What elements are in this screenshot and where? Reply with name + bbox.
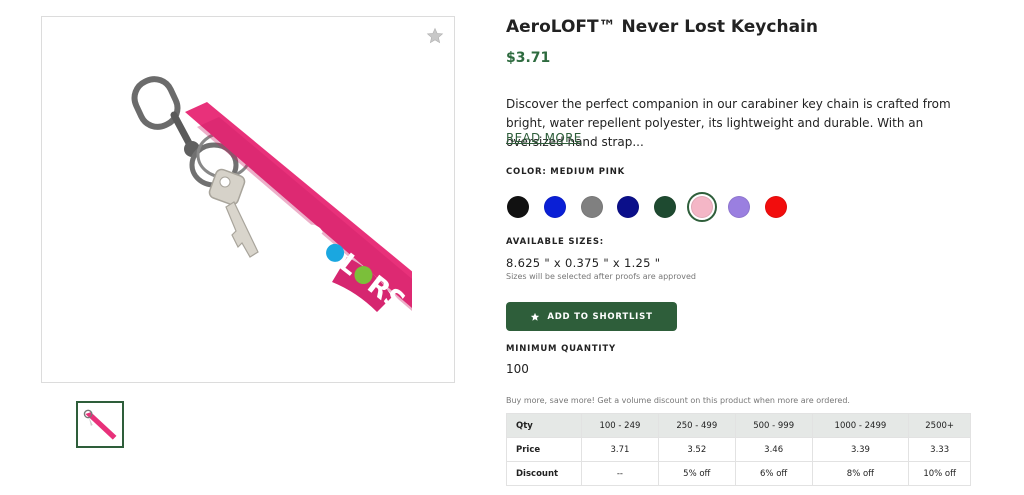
pricing-cell: 3.39 — [811, 437, 910, 462]
color-swatch-medium-pink[interactable] — [686, 192, 717, 222]
keychain-image: C L RS — [131, 76, 412, 318]
color-swatch-royal-blue[interactable] — [543, 196, 566, 218]
pricing-header-cell: 100 - 249 — [581, 413, 659, 438]
pricing-header-cell: 250 - 499 — [657, 413, 736, 438]
key-icon — [208, 168, 259, 258]
color-swatch-gray[interactable] — [580, 196, 603, 218]
thumbnail-image[interactable] — [76, 401, 124, 448]
pricing-row-label: Price — [506, 437, 582, 462]
size-note: Sizes will be selected after proofs are … — [506, 272, 696, 281]
pricing-cell: -- — [581, 461, 659, 486]
color-label: COLOR: MEDIUM PINK — [506, 167, 626, 177]
keychain-thumbnail-icon — [83, 409, 117, 440]
pricing-header-row: Qty 100 - 249 250 - 499 500 - 999 1000 -… — [506, 413, 971, 438]
pricing-cell: 6% off — [734, 461, 813, 486]
minimum-quantity-label: MINIMUM QUANTITY — [506, 344, 616, 354]
pricing-cell: 5% off — [657, 461, 736, 486]
minimum-quantity-value: 100 — [506, 362, 529, 376]
pricing-price-row: Price 3.71 3.52 3.46 3.39 3.33 — [506, 437, 971, 462]
size-value: 8.625 " x 0.375 " x 1.25 " — [506, 256, 661, 270]
color-swatch-red[interactable] — [764, 196, 787, 218]
product-price: $3.71 — [506, 50, 551, 66]
pricing-header-cell: 1000 - 2499 — [811, 413, 910, 438]
pricing-cell: 3.33 — [908, 437, 971, 462]
pricing-header-cell: 2500+ — [908, 413, 971, 438]
color-swatch-navy[interactable] — [617, 196, 640, 218]
star-icon — [531, 312, 540, 321]
add-to-shortlist-button[interactable]: ADD TO SHORTLIST — [506, 302, 677, 331]
favorite-star-icon[interactable] — [426, 27, 444, 45]
product-title: AeroLOFT™ Never Lost Keychain — [506, 17, 818, 37]
color-swatch-black[interactable] — [507, 196, 529, 218]
color-swatches — [507, 192, 801, 222]
pricing-cell: 10% off — [908, 461, 971, 486]
pricing-header-cell: Qty — [506, 413, 582, 438]
pricing-table: Qty 100 - 249 250 - 499 500 - 999 1000 -… — [506, 413, 971, 486]
pricing-cell: 3.46 — [734, 437, 813, 462]
pricing-row-label: Discount — [506, 461, 582, 486]
volume-discount-note: Buy more, save more! Get a volume discou… — [506, 396, 850, 405]
color-swatch-forest-green[interactable] — [654, 196, 677, 218]
color-swatch-purple[interactable] — [727, 196, 750, 218]
pricing-cell: 3.52 — [657, 437, 736, 462]
pricing-cell: 3.71 — [581, 437, 659, 462]
read-more-link[interactable]: READ MORE — [506, 131, 582, 145]
pricing-discount-row: Discount -- 5% off 6% off 8% off 10% off — [506, 461, 971, 486]
pricing-header-cell: 500 - 999 — [734, 413, 813, 438]
pricing-cell: 8% off — [811, 461, 910, 486]
available-sizes-label: AVAILABLE SIZES: — [506, 237, 604, 247]
add-to-shortlist-label: ADD TO SHORTLIST — [547, 311, 653, 322]
main-product-image: C L RS — [41, 16, 455, 383]
